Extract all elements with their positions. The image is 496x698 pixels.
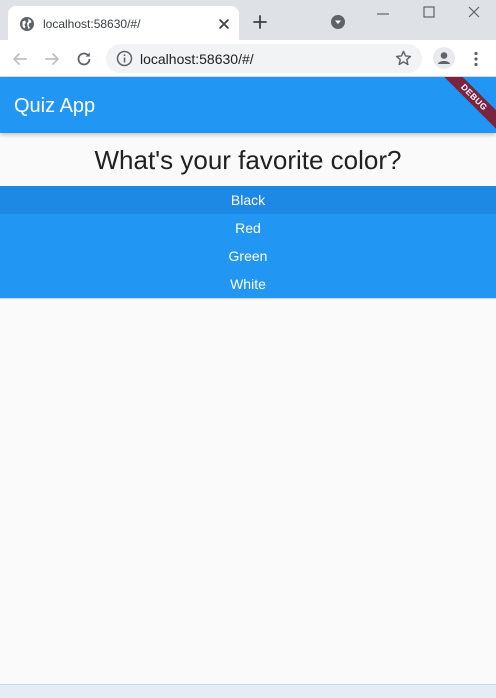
tab-title: localhost:58630/#/ xyxy=(43,17,141,31)
address-bar[interactable]: localhost:58630/#/ xyxy=(106,44,422,73)
debug-banner: DEBUG xyxy=(435,77,496,133)
answer-button-red[interactable]: Red xyxy=(0,214,496,242)
bookmark-star-icon[interactable] xyxy=(394,49,413,68)
answer-list: Black Red Green White xyxy=(0,186,496,298)
back-arrow-icon[interactable] xyxy=(10,49,30,69)
profile-avatar-icon[interactable] xyxy=(433,47,455,69)
url-text[interactable]: localhost:58630/#/ xyxy=(140,51,254,67)
window-close-icon[interactable] xyxy=(466,4,482,20)
tab-search-icon[interactable] xyxy=(330,14,346,30)
answer-button-green[interactable]: Green xyxy=(0,242,496,270)
answer-button-black[interactable]: Black xyxy=(0,186,496,214)
question-text: What's your favorite color? xyxy=(94,145,402,175)
reload-icon[interactable] xyxy=(74,49,94,69)
browser-tab-strip: localhost:58630/#/ xyxy=(0,0,496,40)
answer-button-white[interactable]: White xyxy=(0,270,496,298)
app-bar: Quiz App DEBUG xyxy=(0,77,496,133)
new-tab-icon[interactable] xyxy=(251,13,269,31)
maximize-icon[interactable] xyxy=(421,4,437,20)
minimize-icon[interactable] xyxy=(375,6,391,22)
taskbar-edge xyxy=(0,684,496,698)
more-menu-icon[interactable] xyxy=(466,49,486,69)
globe-icon xyxy=(20,17,34,31)
app-title: Quiz App xyxy=(14,95,96,117)
browser-toolbar: localhost:58630/#/ xyxy=(0,40,496,77)
info-icon[interactable] xyxy=(116,50,133,67)
browser-tab[interactable]: localhost:58630/#/ xyxy=(8,6,239,40)
close-tab-icon[interactable] xyxy=(215,15,233,33)
forward-arrow-icon[interactable] xyxy=(42,49,62,69)
